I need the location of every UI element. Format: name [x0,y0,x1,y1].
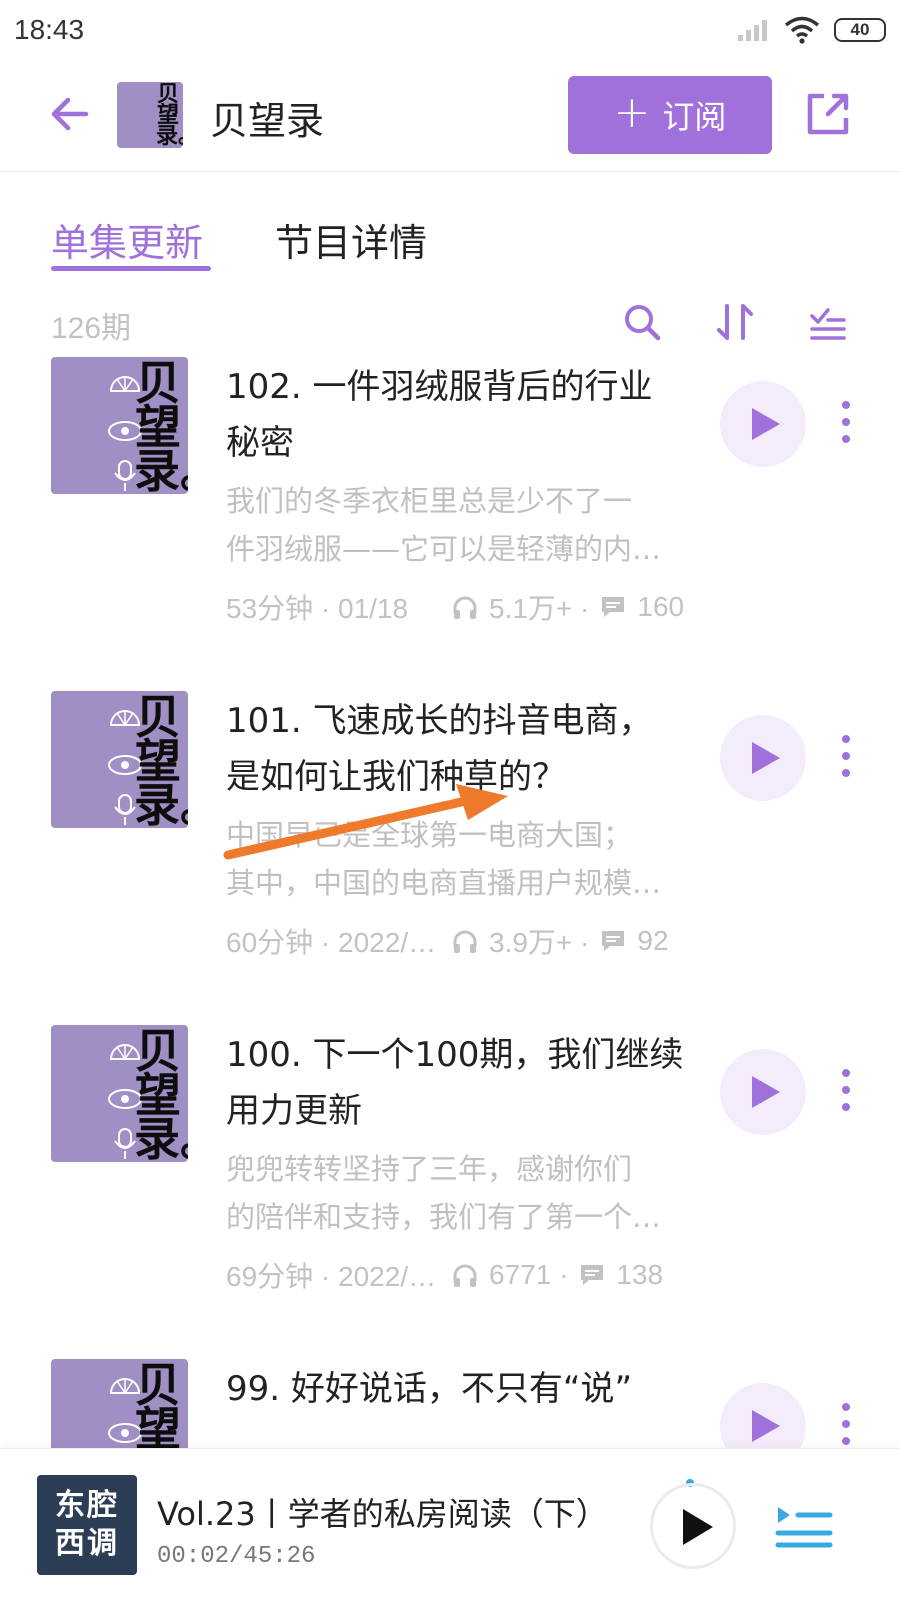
playlist-icon[interactable] [770,1499,846,1555]
now-playing-title: Vol.23丨学者的私房阅读（下） [157,1495,608,1533]
annotation-arrow [223,784,508,860]
play-icon [683,1509,713,1545]
cover-text-line: 东腔 [55,1488,119,1523]
now-playing-time: 00:02/45:26 [157,1543,316,1570]
now-playing-cover: 东腔 西调 [37,1475,137,1575]
mini-play-button[interactable] [650,1483,736,1569]
cover-text-line: 西调 [55,1526,119,1561]
mini-player[interactable]: 东腔 西调 Vol.23丨学者的私房阅读（下） 00:02/45:26 [0,1448,900,1600]
